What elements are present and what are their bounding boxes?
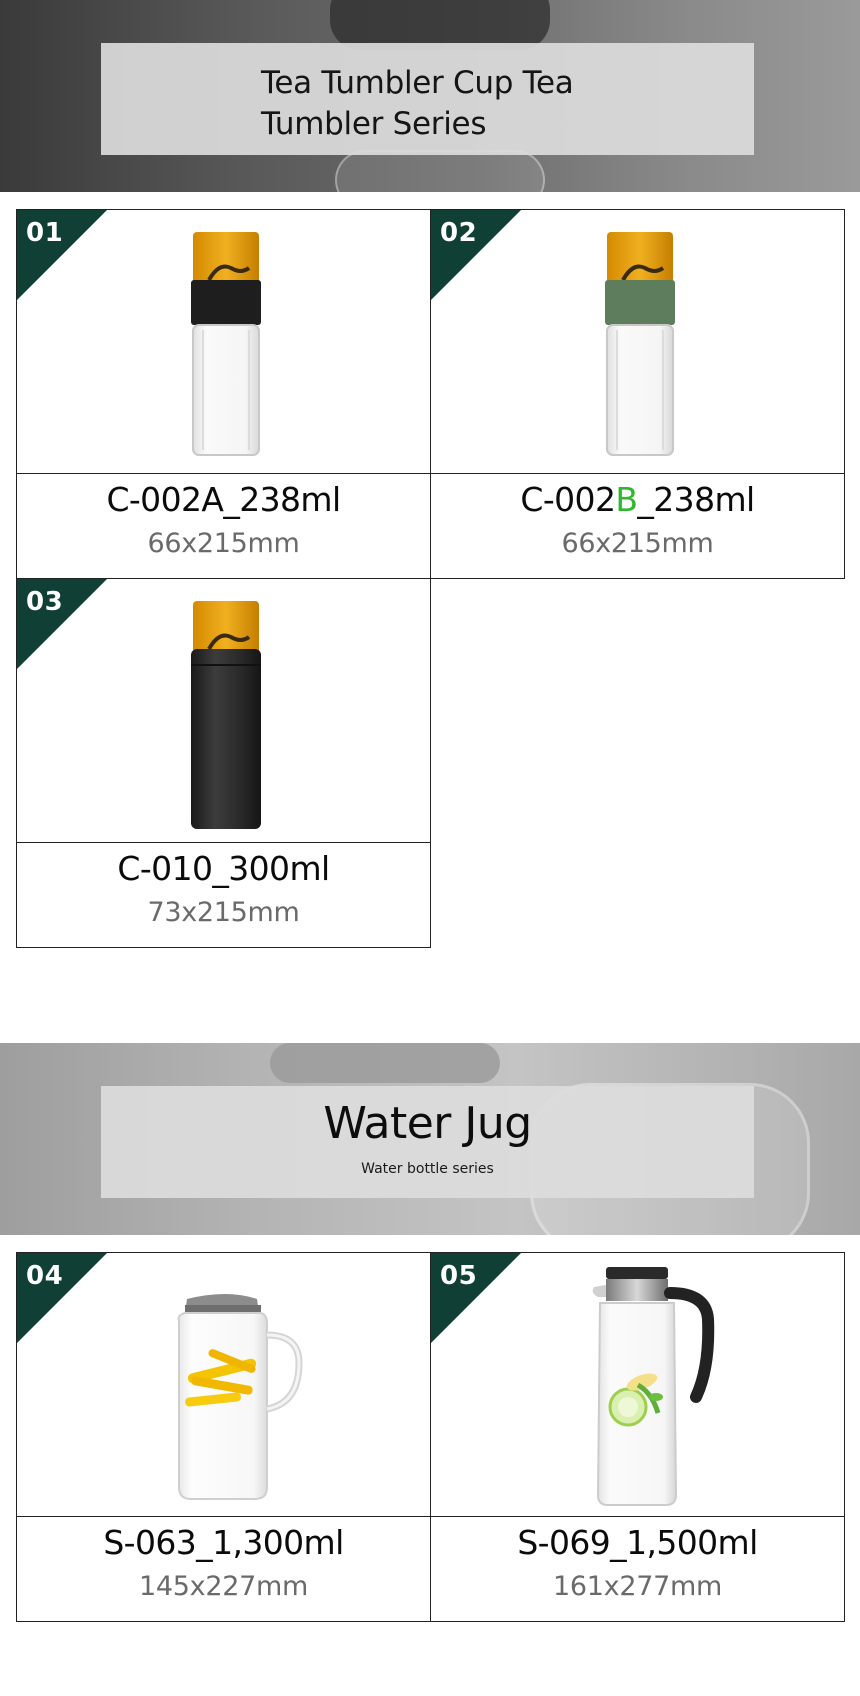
product-number: 04 xyxy=(26,1261,64,1291)
product-image-01: 01 xyxy=(17,210,430,474)
product-card-01[interactable]: 01 C-002A_238ml 66x215mm xyxy=(16,209,431,579)
product-name-suffix: _238ml xyxy=(637,480,755,519)
product-image-03: 03 xyxy=(17,579,430,843)
product-dimensions: 66x215mm xyxy=(147,528,300,559)
product-name: S-069_1,500ml xyxy=(517,1523,758,1562)
water-jug-lemon-icon xyxy=(177,1294,303,1500)
tea-tumbler-black-band-icon xyxy=(191,232,261,456)
product-number: 01 xyxy=(26,218,64,248)
product-name: C-002B_238ml xyxy=(431,480,844,519)
product-card-03[interactable]: 03 C-010_300ml 73x215mm xyxy=(16,578,431,948)
banner-subtitle: Water bottle series xyxy=(361,1161,494,1177)
product-number: 03 xyxy=(26,587,64,617)
banner-title-box: Water Jug Water bottle series xyxy=(101,1086,754,1198)
product-card-02[interactable]: 02 C-002B_238ml 66x215mm xyxy=(430,209,845,579)
water-jug-cucumber-black-handle-icon xyxy=(592,1267,715,1506)
banner-background-bottle-glass xyxy=(335,150,545,192)
product-dimensions: 73x215mm xyxy=(147,897,300,928)
tea-tumbler-black-body-icon xyxy=(191,601,261,829)
product-dimensions: 66x215mm xyxy=(561,528,714,559)
water-jug-banner: Water Jug Water bottle series xyxy=(0,1043,860,1235)
product-dimensions: 145x227mm xyxy=(139,1571,308,1602)
product-name: C-002A_238ml xyxy=(106,480,341,519)
product-card-04[interactable]: 04 S-063_1,300ml 145x227mm xyxy=(16,1252,431,1622)
product-number: 02 xyxy=(440,218,478,248)
product-name: S-063_1,300ml xyxy=(103,1523,344,1562)
product-catalog-page: Tea Tumbler Cup Tea Tumbler Series 01 C-… xyxy=(0,0,860,1696)
product-image-04: 04 xyxy=(17,1253,430,1517)
product-image-02: 02 xyxy=(431,210,844,474)
banner-title-box: Tea Tumbler Cup Tea Tumbler Series xyxy=(101,43,754,155)
tea-tumbler-green-band-icon xyxy=(605,232,675,456)
product-card-05[interactable]: 05 S-069_1,500ml 161x277mm xyxy=(430,1252,845,1622)
banner-background-jug xyxy=(270,1043,500,1083)
product-image-05: 05 xyxy=(431,1253,844,1517)
banner-title: Water Jug xyxy=(323,1098,532,1149)
product-name-prefix: C-002 xyxy=(520,480,616,519)
product-name: C-010_300ml xyxy=(117,849,330,888)
banner-title: Tea Tumbler Cup Tea Tumbler Series xyxy=(261,65,574,142)
product-dimensions: 161x277mm xyxy=(553,1571,722,1602)
product-number: 05 xyxy=(440,1261,478,1291)
tea-tumbler-banner: Tea Tumbler Cup Tea Tumbler Series xyxy=(0,0,860,192)
product-name-variant: B xyxy=(615,480,638,519)
